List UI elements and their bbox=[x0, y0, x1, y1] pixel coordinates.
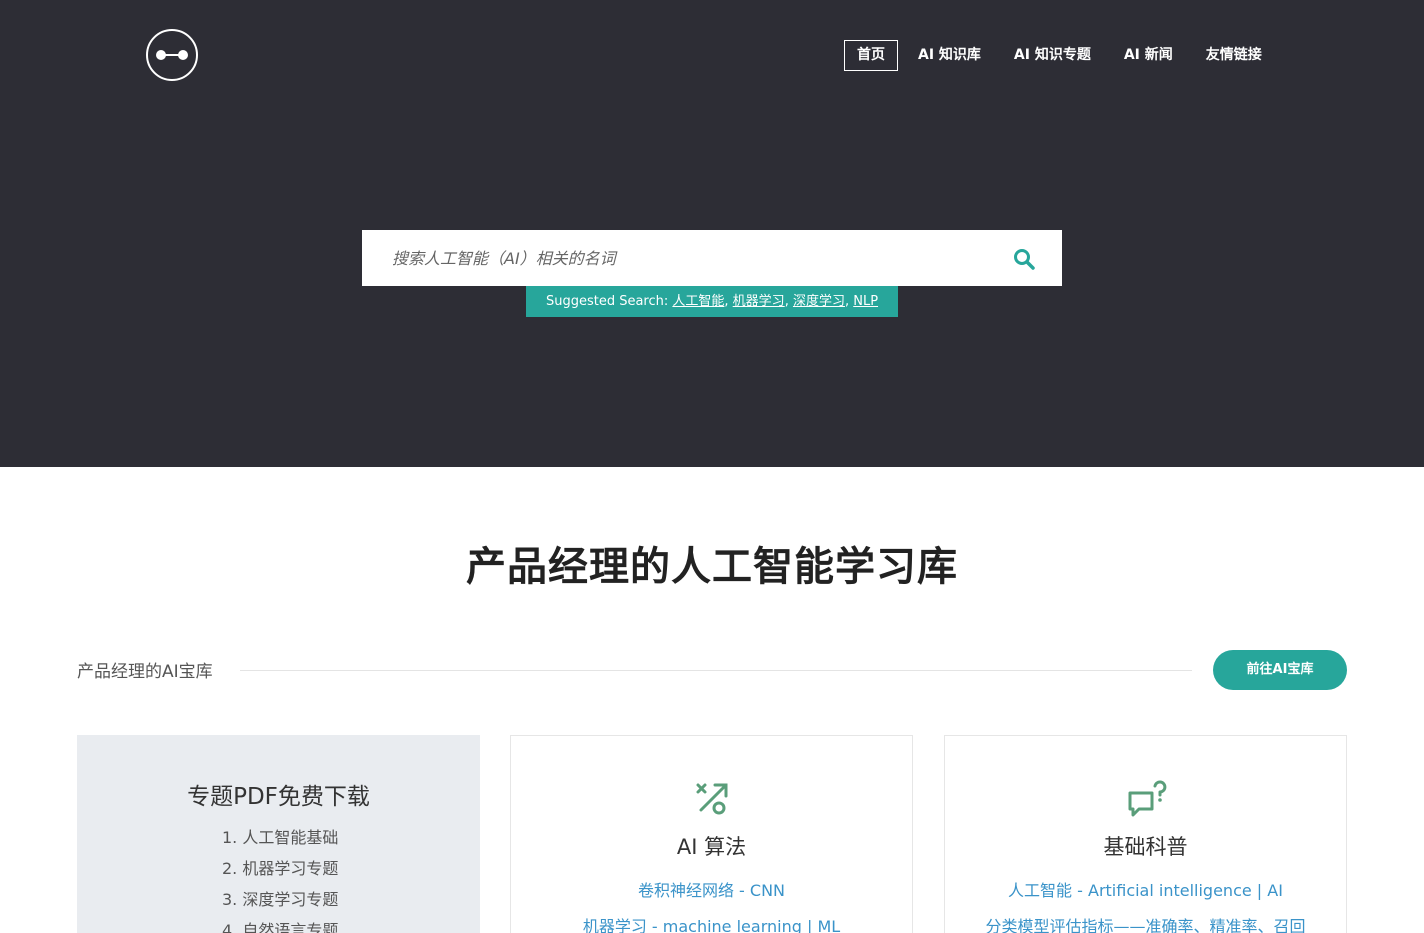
article-link-ai[interactable]: 人工智能 - Artificial intelligence | AI bbox=[945, 877, 1346, 901]
hero-banner: 首页 AI 知识库 AI 知识专题 AI 新闻 友情链接 Suggested S… bbox=[0, 0, 1424, 467]
nav-item-ai-news[interactable]: AI 新闻 bbox=[1111, 40, 1186, 71]
suggestion-link-ai[interactable]: 人工智能 bbox=[672, 294, 724, 309]
separator: , bbox=[784, 294, 793, 309]
basic-science-card: 基础科普 人工智能 - Artificial intelligence | AI… bbox=[944, 735, 1347, 933]
suggestion-link-ml[interactable]: 机器学习 bbox=[733, 294, 785, 309]
nav-item-friend-links[interactable]: 友情链接 bbox=[1193, 40, 1275, 71]
list-item[interactable]: 1. 人工智能基础 bbox=[222, 827, 338, 858]
section-label: 产品经理的AI宝库 bbox=[77, 662, 213, 682]
site-logo-icon[interactable] bbox=[146, 29, 198, 81]
goto-ai-library-button[interactable]: 前往AI宝库 bbox=[1213, 650, 1347, 690]
list-item[interactable]: 2. 机器学习专题 bbox=[222, 858, 338, 889]
search-icon[interactable] bbox=[1012, 247, 1036, 271]
chat-question-icon bbox=[1127, 780, 1166, 818]
page-title: 产品经理的人工智能学习库 bbox=[466, 544, 958, 590]
separator: , bbox=[844, 294, 854, 309]
card-title: AI 算法 bbox=[676, 835, 747, 859]
suggestion-link-dl[interactable]: 深度学习 bbox=[793, 294, 845, 309]
suggested-search-label: Suggested Search: bbox=[545, 294, 669, 309]
separator: , bbox=[724, 294, 733, 309]
list-item[interactable]: 4. 自然语言专题 bbox=[222, 920, 338, 933]
ai-algorithm-card: AI 算法 卷积神经网络 - CNN 机器学习 - machine learni… bbox=[510, 735, 913, 933]
pdf-download-card[interactable]: 专题PDF免费下载 1. 人工智能基础 2. 机器学习专题 3. 深度学习专题 … bbox=[77, 735, 480, 933]
article-link-ml[interactable]: 机器学习 - machine learning | ML bbox=[511, 913, 912, 933]
pdf-topic-list: 1. 人工智能基础 2. 机器学习专题 3. 深度学习专题 4. 自然语言专题 bbox=[222, 827, 338, 933]
article-link-cnn[interactable]: 卷积神经网络 - CNN bbox=[511, 877, 912, 901]
article-link-classification-metrics[interactable]: 分类模型评估指标——准确率、精准率、召回 bbox=[945, 913, 1346, 933]
search-input[interactable] bbox=[362, 230, 1002, 286]
list-item[interactable]: 3. 深度学习专题 bbox=[222, 889, 338, 920]
card-title: 基础科普 bbox=[1103, 835, 1188, 859]
section-header: 产品经理的AI宝库 前往AI宝库 bbox=[77, 650, 1347, 690]
suggestion-link-nlp[interactable]: NLP bbox=[853, 294, 878, 309]
nav-item-ai-knowledge-base[interactable]: AI 知识库 bbox=[905, 40, 994, 71]
suggested-search-bar: Suggested Search: 人工智能, 机器学习, 深度学习, NLP bbox=[526, 286, 898, 317]
card-title: 专题PDF免费下载 bbox=[187, 784, 370, 810]
nav-item-home[interactable]: 首页 bbox=[844, 40, 898, 71]
divider bbox=[240, 670, 1192, 671]
main-nav: 首页 AI 知识库 AI 知识专题 AI 新闻 友情链接 bbox=[844, 40, 1282, 71]
percent-arrow-icon bbox=[693, 780, 731, 818]
search-box bbox=[362, 230, 1062, 286]
nav-item-ai-topics[interactable]: AI 知识专题 bbox=[1001, 40, 1104, 71]
